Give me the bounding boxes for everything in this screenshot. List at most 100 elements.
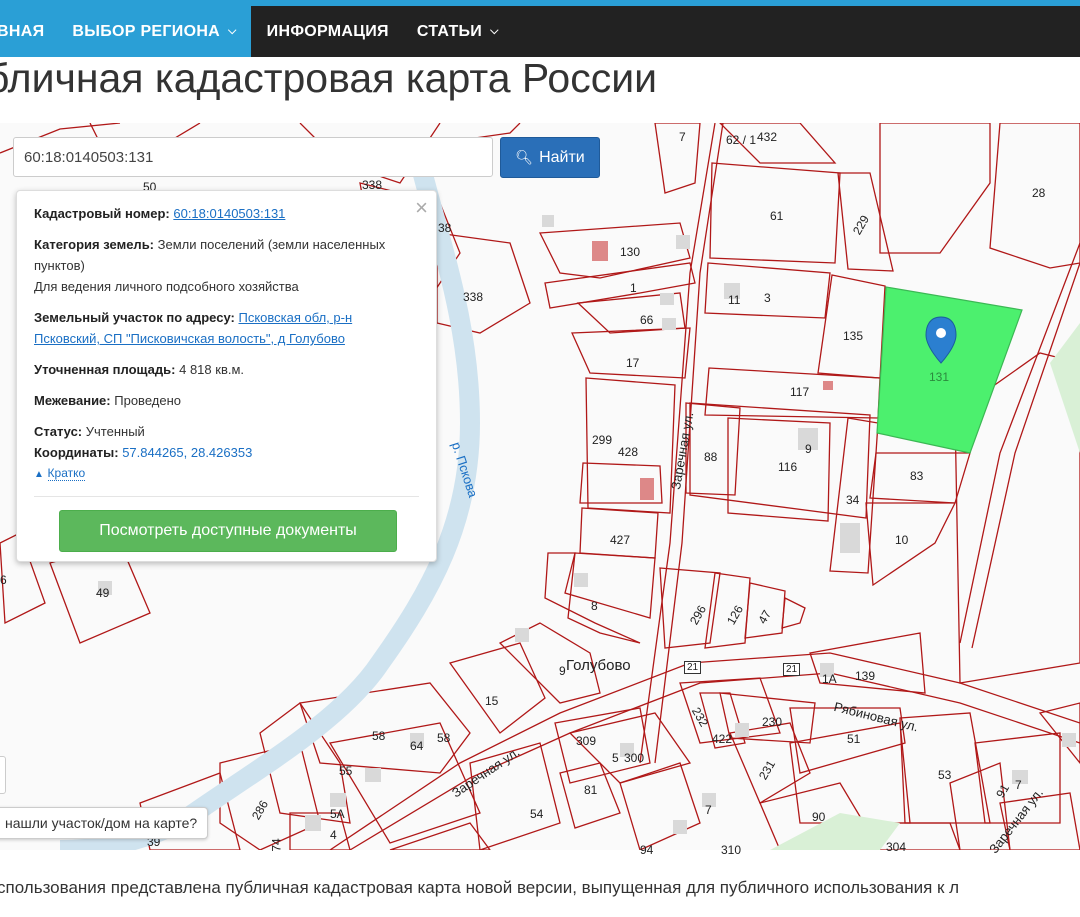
parcel-number[interactable]: 116	[778, 460, 797, 474]
green-area	[770, 813, 900, 850]
parcel-number[interactable]: 8	[591, 599, 598, 613]
parcel-number[interactable]: 428	[618, 445, 638, 459]
parcel-number[interactable]: 1	[630, 281, 637, 295]
parcel-number[interactable]: 5А	[330, 807, 345, 821]
parcel-number[interactable]: 21	[783, 663, 801, 676]
map-control[interactable]	[0, 756, 6, 794]
search-icon: 🔍︎	[515, 149, 534, 165]
parcel-number[interactable]: 9	[559, 664, 566, 678]
land-category-row: Категория земель: Земли поселений (земли…	[34, 234, 419, 297]
land-usage-value: Для ведения личного подсобного хозяйства	[34, 279, 299, 294]
parcel-number[interactable]: 61	[770, 209, 783, 223]
parcel-number[interactable]: 230	[762, 715, 782, 729]
land-category-label: Категория земель:	[34, 237, 155, 252]
parcel-number[interactable]: 304	[886, 840, 906, 854]
green-area	[1050, 323, 1080, 453]
coords-value: 57.844265, 28.426353	[122, 445, 253, 460]
address-label: Земельный участок по адресу:	[34, 310, 235, 325]
parcel-number[interactable]: 17	[626, 356, 639, 370]
parcel-number[interactable]: 7	[679, 130, 686, 144]
parcel-number[interactable]: 64	[410, 739, 423, 753]
selected-parcel-131[interactable]	[876, 286, 1023, 454]
chevron-down-icon: ⌵	[228, 25, 237, 37]
parcel-number[interactable]: 74	[270, 838, 284, 851]
parcel-number[interactable]: 135	[843, 329, 863, 343]
parcel-number[interactable]: 81	[584, 783, 597, 797]
parcel-number[interactable]: 54	[530, 807, 543, 821]
triangle-up-icon: ▲	[34, 469, 44, 480]
parcel-number[interactable]: 38	[438, 221, 451, 235]
parcel-number[interactable]: 10	[895, 533, 908, 547]
parcel-number[interactable]: 4	[330, 828, 337, 842]
nav-region-select[interactable]: ВЫБОР РЕГИОНА ⌵	[58, 6, 251, 57]
parcel-number[interactable]: 58	[372, 729, 385, 743]
nav-region-label: ВЫБОР РЕГИОНА	[72, 22, 221, 40]
parcel-number[interactable]: 131	[929, 370, 949, 384]
view-documents-button[interactable]: Посмотреть доступные документы	[59, 510, 397, 552]
search-button-label: Найти	[539, 148, 585, 166]
top-navbar: ВНАЯ ВЫБОР РЕГИОНА ⌵ ИНФОРМАЦИЯ СТАТЬИ ⌵	[0, 6, 1080, 57]
parcel-number[interactable]: 1А	[822, 672, 837, 686]
parcel-info-popup: × Кадастровый номер: 60:18:0140503:131 К…	[16, 190, 437, 562]
parcel-number[interactable]: 422	[712, 732, 732, 746]
nav-articles[interactable]: СТАТЬИ ⌵	[403, 6, 513, 57]
parcel-number[interactable]: 21	[684, 661, 702, 674]
parcel-number[interactable]: 83	[910, 469, 923, 483]
parcel-number[interactable]: 6	[0, 573, 7, 587]
collapse-label: Кратко	[47, 466, 86, 481]
popup-divider	[34, 496, 419, 497]
parcel-number[interactable]: 338	[463, 290, 483, 304]
parcel-number[interactable]: 427	[610, 533, 630, 547]
parcel-number[interactable]: 300	[624, 751, 644, 765]
status-value: Учтенный	[85, 424, 145, 439]
nav-home[interactable]: ВНАЯ	[0, 6, 59, 57]
map-label: Голубово	[566, 657, 631, 674]
survey-value: Проведено	[114, 393, 181, 408]
parcel-number[interactable]: 15	[485, 694, 498, 708]
cadastral-number-label: Кадастровый номер:	[34, 206, 170, 221]
parcel-number[interactable]: 130	[620, 245, 640, 259]
parcel-number[interactable]: 11	[728, 293, 740, 307]
parcel-number[interactable]: 139	[855, 669, 875, 683]
area-row: Уточненная площадь: 4 818 кв.м.	[34, 359, 419, 380]
parcel-number[interactable]: 58	[437, 731, 450, 745]
area-value: 4 818 кв.м.	[179, 362, 245, 377]
survey-row: Межевание: Проведено	[34, 390, 419, 411]
status-row: Статус: Учтенный Координаты: 57.844265, …	[34, 421, 419, 463]
parcel-number[interactable]: 51	[847, 732, 860, 746]
parcel-number[interactable]: 34	[846, 493, 859, 507]
parcel-number[interactable]: 117	[790, 385, 809, 399]
parcel-number[interactable]: 9	[805, 442, 812, 456]
collapse-toggle[interactable]: ▲ Кратко	[34, 465, 419, 481]
address-row: Земельный участок по адресу: Псковская о…	[34, 307, 419, 349]
not-found-button[interactable]: нашли участок/дом на карте?	[0, 807, 209, 839]
chevron-down-icon: ⌵	[490, 25, 499, 37]
parcel-number[interactable]: 7	[705, 803, 712, 817]
parcel-number[interactable]: 66	[640, 313, 653, 327]
parcel-number[interactable]: 5	[612, 751, 619, 765]
cadastral-search-input[interactable]	[13, 137, 493, 177]
cadastral-number-link[interactable]: 60:18:0140503:131	[173, 206, 285, 221]
parcel-number[interactable]: 62 / 1	[726, 133, 756, 147]
parcel-number[interactable]: 94	[640, 843, 653, 857]
parcel-number[interactable]: 53	[938, 768, 951, 782]
parcel-number[interactable]: 299	[592, 433, 612, 447]
nav-articles-label: СТАТЬИ	[416, 22, 483, 40]
survey-label: Межевание:	[34, 393, 111, 408]
parcel-number[interactable]: 7	[1015, 778, 1022, 792]
nav-info-label: ИНФОРМАЦИЯ	[266, 22, 389, 40]
status-label: Статус:	[34, 424, 83, 439]
parcel-number[interactable]: 3	[764, 291, 771, 305]
parcel-number[interactable]: 432	[757, 130, 777, 144]
parcel-number[interactable]: 88	[704, 450, 717, 464]
close-icon[interactable]: ×	[415, 195, 428, 221]
parcel-number[interactable]: 49	[96, 586, 109, 600]
parcel-number[interactable]: 28	[1032, 186, 1045, 200]
parcel-number[interactable]: 55	[339, 764, 352, 778]
nav-home-label: ВНАЯ	[0, 22, 45, 40]
parcel-number[interactable]: 309	[576, 734, 596, 748]
parcel-number[interactable]: 310	[721, 843, 741, 857]
parcel-number[interactable]: 90	[812, 810, 825, 824]
search-button[interactable]: 🔍︎ Найти	[500, 137, 600, 178]
nav-info[interactable]: ИНФОРМАЦИЯ	[253, 6, 403, 57]
